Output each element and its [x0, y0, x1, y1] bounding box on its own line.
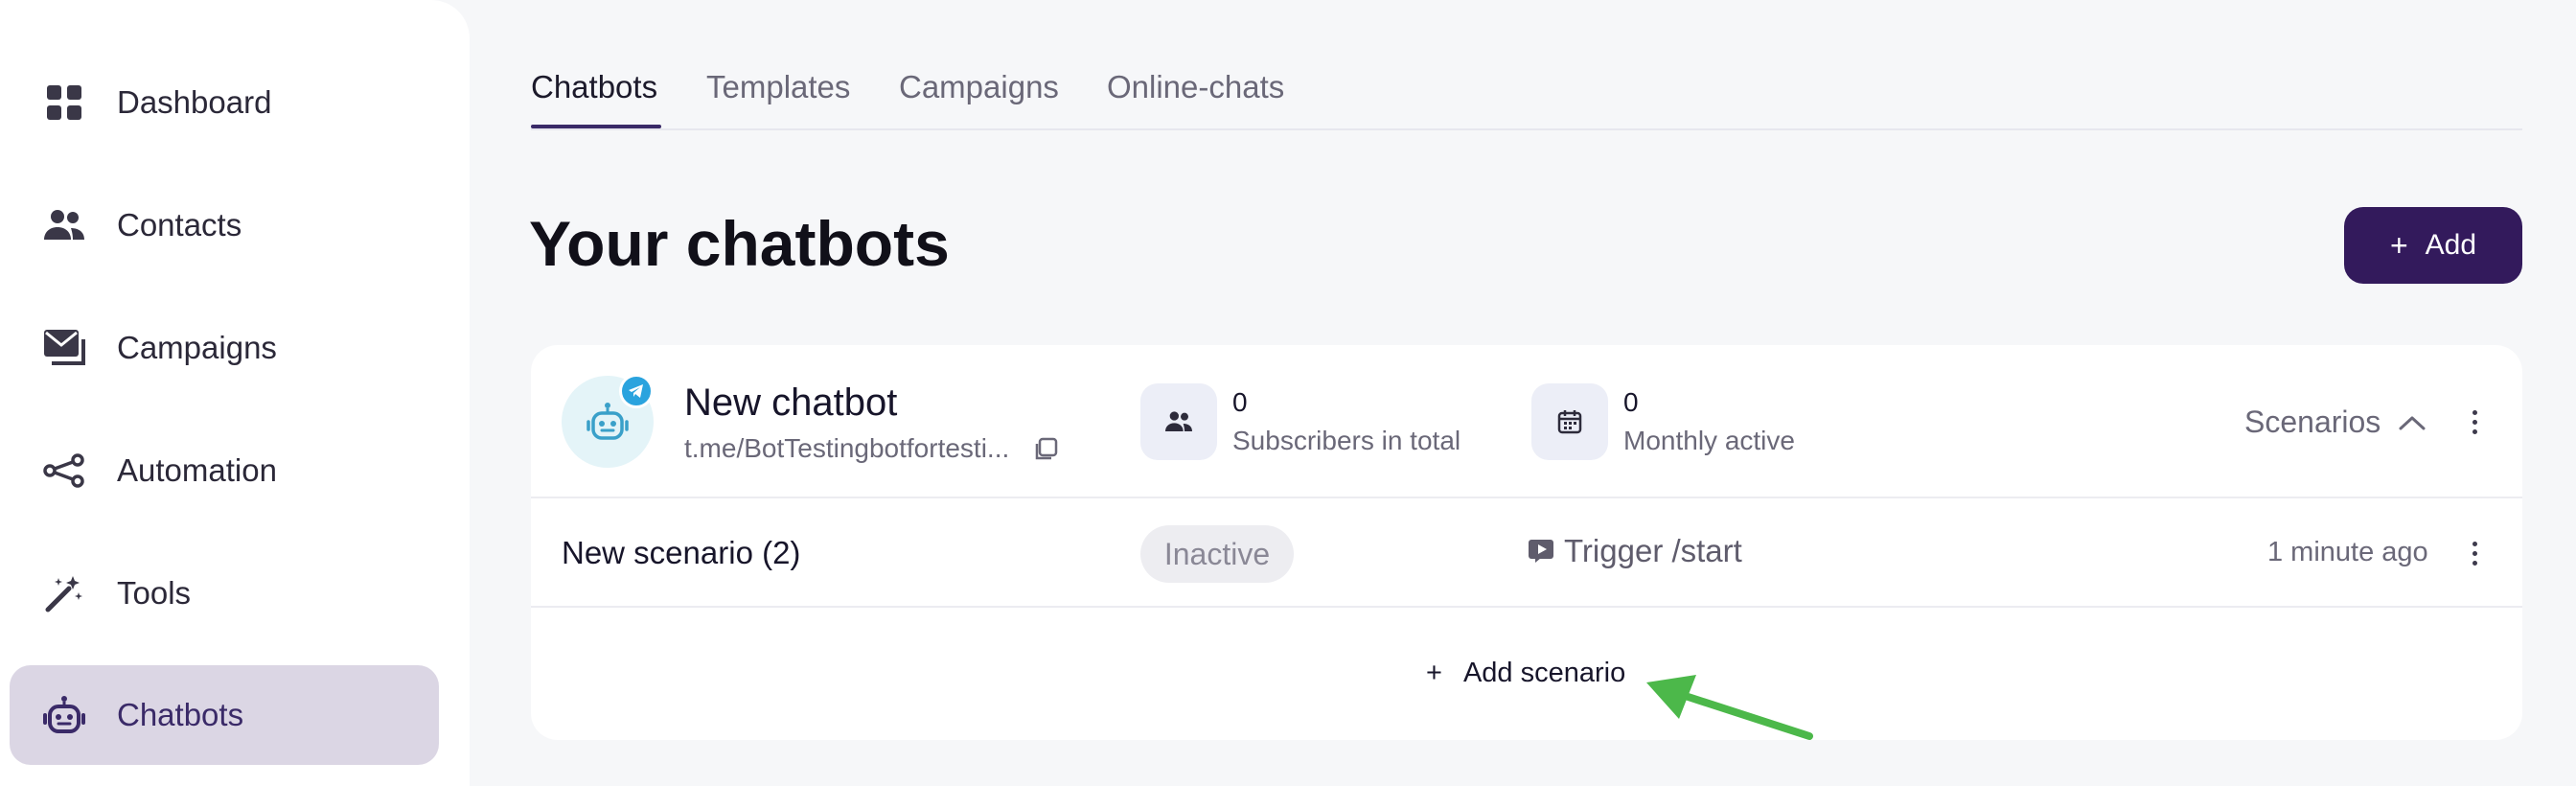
dashboard-grid-icon: [42, 81, 86, 125]
add-scenario-label: Add scenario: [1462, 658, 1626, 688]
robot-icon: [42, 693, 86, 737]
magic-wand-icon: [42, 571, 86, 615]
share-nodes-icon: [42, 449, 86, 493]
add-scenario-button[interactable]: + Add scenario: [1426, 658, 1625, 689]
plus-icon: +: [2389, 227, 2408, 263]
annotation-arrow-icon: [1646, 675, 1813, 740]
plus-icon: +: [1426, 658, 1442, 688]
chevron-up-icon: [2399, 416, 2426, 429]
sidebar-item-campaigns[interactable]: Campaigns: [10, 298, 439, 398]
people-icon: [42, 203, 86, 247]
calendar-icon: [1531, 383, 1608, 460]
add-chatbot-button[interactable]: + Add: [2344, 207, 2522, 284]
tab-templates[interactable]: Templates: [706, 69, 850, 105]
scenarios-toggle[interactable]: Scenarios: [2244, 405, 2426, 440]
copy-icon[interactable]: [1033, 437, 1058, 462]
sidebar-item-automation[interactable]: Automation: [10, 421, 439, 520]
trigger-play-icon: [1529, 540, 1553, 563]
monthly-active-label: Monthly active: [1623, 426, 1795, 455]
sidebar-item-label: Dashboard: [117, 84, 272, 120]
scenarios-toggle-label: Scenarios: [2244, 405, 2381, 439]
sidebar: Dashboard Contacts Campaigns Automation …: [0, 0, 470, 786]
active-tab-underline: [531, 125, 661, 128]
add-button-label: Add: [2425, 229, 2477, 261]
sidebar-item-label: Automation: [117, 452, 277, 488]
tab-campaigns[interactable]: Campaigns: [899, 69, 1059, 105]
scenario-updated-time: 1 minute ago: [2267, 537, 2428, 567]
scenario-trigger-text: Trigger /start: [1564, 533, 1742, 568]
robot-icon: [586, 403, 629, 440]
page-title: Your chatbots: [529, 208, 950, 279]
scenario-more-menu-icon[interactable]: [2465, 534, 2484, 572]
mail-icon: [42, 326, 86, 370]
chatbot-name: New chatbot: [684, 381, 898, 424]
tab-bar: Chatbots Templates Campaigns Online-chat…: [531, 0, 2522, 130]
chatbot-more-menu-icon[interactable]: [2465, 403, 2484, 441]
status-badge: Inactive: [1140, 525, 1294, 583]
scenario-name[interactable]: New scenario (2): [562, 535, 800, 571]
monthly-active-count: 0: [1623, 387, 1639, 417]
chatbot-link[interactable]: t.me/BotTestingbotfortesti...: [684, 433, 1009, 464]
sidebar-item-dashboard[interactable]: Dashboard: [10, 53, 439, 152]
divider: [531, 606, 2522, 608]
divider: [531, 497, 2522, 498]
sidebar-item-label: Tools: [117, 575, 192, 611]
telegram-icon: [619, 374, 654, 408]
chatbot-card: New chatbot t.me/BotTestingbotfortesti..…: [531, 345, 2522, 740]
sidebar-item-tools[interactable]: Tools: [10, 543, 439, 643]
subscribers-label: Subscribers in total: [1232, 426, 1461, 455]
tab-online-chats[interactable]: Online-chats: [1107, 69, 1284, 105]
sidebar-item-chatbots[interactable]: Chatbots: [10, 665, 439, 765]
subscribers-count: 0: [1232, 387, 1248, 417]
sidebar-item-label: Contacts: [117, 207, 242, 243]
tab-chatbots[interactable]: Chatbots: [531, 69, 657, 105]
scenario-trigger: Trigger /start: [1528, 533, 1742, 569]
sidebar-item-contacts[interactable]: Contacts: [10, 175, 439, 275]
subscribers-icon: [1140, 383, 1217, 460]
sidebar-item-label: Chatbots: [117, 697, 244, 732]
sidebar-item-label: Campaigns: [117, 330, 277, 365]
